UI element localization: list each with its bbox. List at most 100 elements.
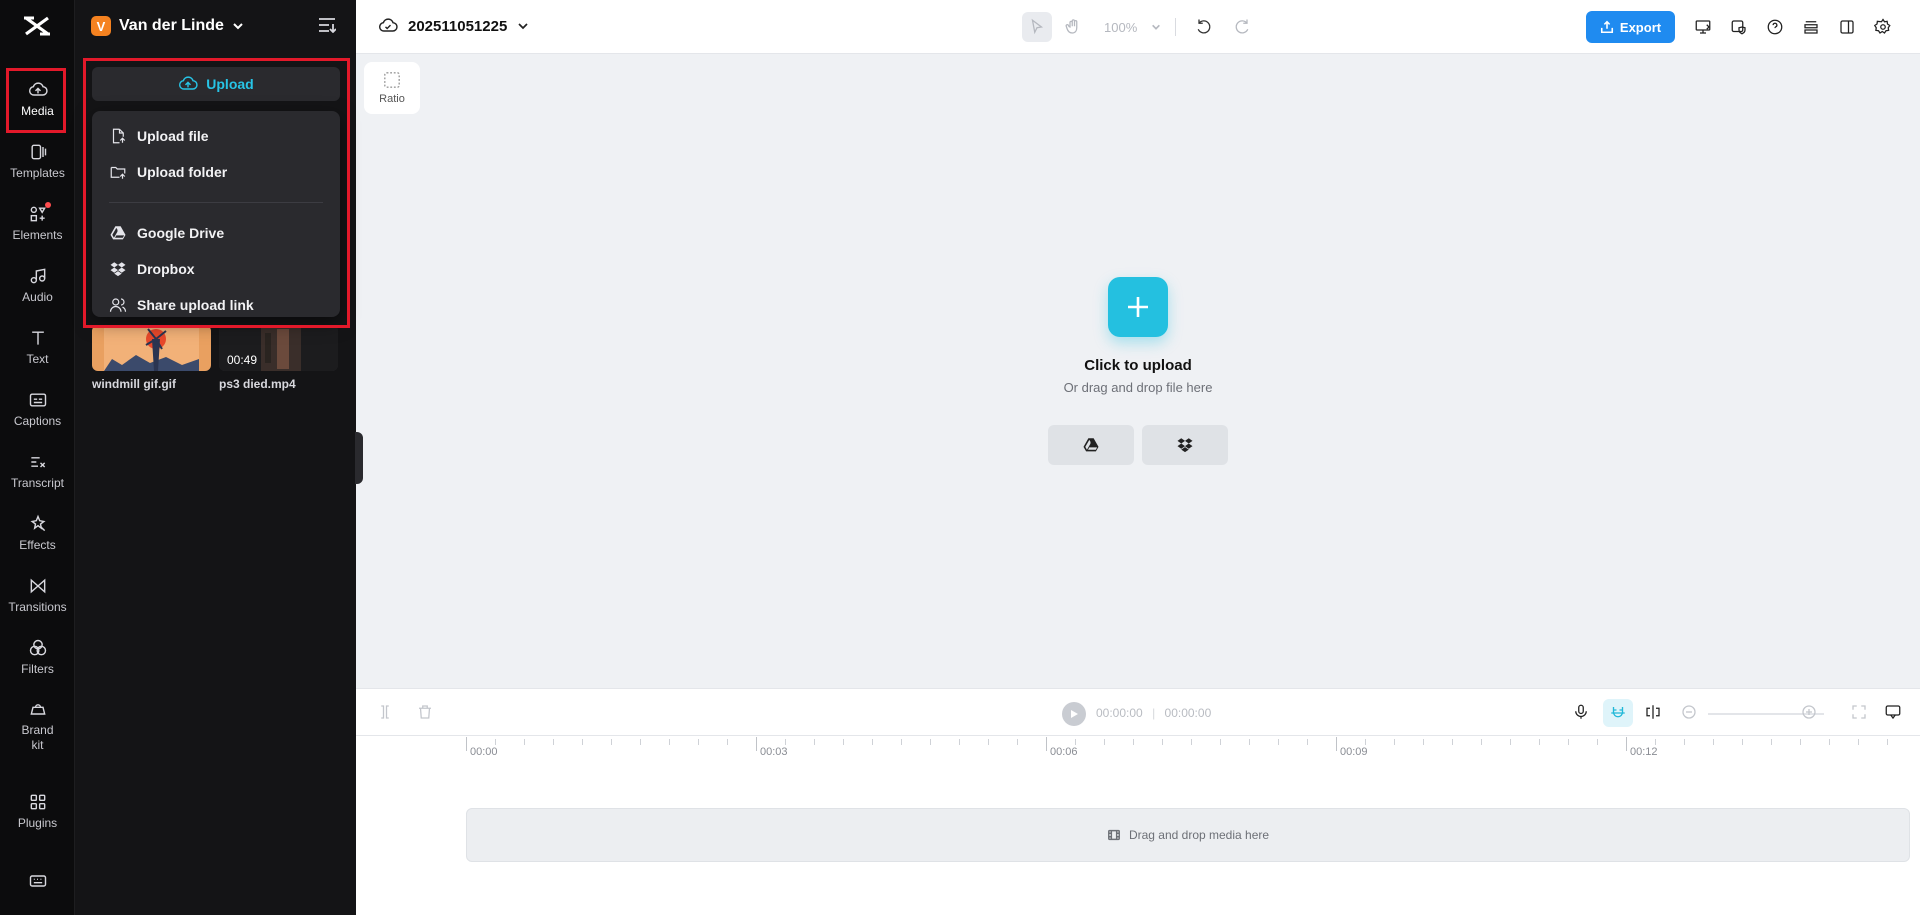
ruler-minor-tick bbox=[698, 739, 699, 745]
ratio-button[interactable]: Ratio bbox=[364, 62, 420, 114]
menu-item-dropbox[interactable]: Dropbox bbox=[92, 251, 340, 287]
rail-item-transitions[interactable]: Transitions bbox=[0, 566, 75, 624]
rail-item-brand-kit[interactable]: Brand kit bbox=[0, 690, 75, 762]
zoom-out-button[interactable] bbox=[1680, 703, 1700, 723]
brand-kit-icon bbox=[29, 704, 46, 715]
timecode-separator: | bbox=[1152, 706, 1156, 720]
media-thumb-ps3[interactable]: 00:49 bbox=[219, 325, 338, 371]
ruler-minor-tick bbox=[785, 739, 786, 745]
present-button[interactable] bbox=[1688, 12, 1718, 42]
filters-icon bbox=[29, 639, 46, 655]
ruler-minor-tick bbox=[669, 739, 670, 745]
sidebar-layout-icon bbox=[1840, 20, 1854, 34]
workspace-name: Van der Linde bbox=[119, 17, 224, 34]
project-title[interactable]: 202511051225 bbox=[378, 16, 529, 36]
play-button[interactable] bbox=[1062, 702, 1086, 726]
stack-button[interactable] bbox=[1796, 12, 1826, 42]
security-button[interactable] bbox=[1724, 12, 1754, 42]
ruler-minor-tick bbox=[814, 739, 815, 745]
cloud-upload-icon bbox=[179, 76, 198, 90]
select-tool-button[interactable] bbox=[1022, 12, 1052, 42]
chevron-down-icon bbox=[233, 23, 243, 30]
play-icon bbox=[1071, 710, 1078, 718]
rail-label: Plugins bbox=[17, 815, 58, 830]
rail-item-text[interactable]: Text bbox=[0, 318, 75, 376]
split-button[interactable] bbox=[376, 703, 396, 723]
click-to-upload-button[interactable] bbox=[1108, 277, 1168, 337]
panel-collapse-handle[interactable] bbox=[355, 432, 363, 484]
ruler-minor-tick bbox=[611, 739, 612, 745]
drag-drop-hint: Or drag and drop file here bbox=[1063, 380, 1213, 395]
capcut-logo[interactable] bbox=[22, 14, 52, 38]
rail-item-media[interactable]: Media bbox=[0, 70, 75, 128]
hand-tool-button[interactable] bbox=[1058, 12, 1088, 42]
rail-item-captions[interactable]: Captions bbox=[0, 380, 75, 438]
ruler-minor-tick bbox=[1191, 739, 1192, 745]
help-button[interactable] bbox=[1760, 12, 1790, 42]
ruler-minor-tick bbox=[1684, 739, 1685, 745]
sort-menu-icon[interactable] bbox=[318, 17, 336, 33]
click-to-upload-title[interactable]: Click to upload bbox=[1038, 357, 1238, 374]
rail-item-effects[interactable]: Effects bbox=[0, 504, 75, 562]
google-drive-button[interactable] bbox=[1048, 425, 1134, 465]
rail-item-audio[interactable]: Audio bbox=[0, 256, 75, 314]
rail-label: Media bbox=[21, 103, 54, 118]
ruler-minor-tick bbox=[582, 739, 583, 745]
rail-label: Transcript bbox=[11, 475, 64, 490]
ruler-minor-tick bbox=[1510, 739, 1511, 745]
rail-label: Templates bbox=[10, 165, 65, 180]
workspace-switcher[interactable]: V Van der Linde bbox=[91, 14, 244, 38]
delete-button[interactable] bbox=[416, 703, 436, 723]
keyboard-shortcuts-button[interactable] bbox=[0, 858, 75, 908]
project-name: 202511051225 bbox=[408, 17, 508, 35]
rail-item-filters[interactable]: Filters bbox=[0, 628, 75, 686]
rail-item-plugins[interactable]: Plugins bbox=[0, 782, 75, 840]
cloud-sync-icon bbox=[379, 18, 398, 32]
menu-item-share-upload-link[interactable]: Share upload link bbox=[92, 287, 340, 323]
feedback-button[interactable] bbox=[1884, 703, 1904, 723]
rail-item-templates[interactable]: Templates bbox=[0, 132, 75, 190]
split-vertical-icon bbox=[1646, 705, 1660, 719]
rail-label: Audio bbox=[22, 289, 53, 304]
music-note-icon bbox=[30, 267, 45, 283]
timeline-drop-zone[interactable]: Drag and drop media here bbox=[466, 808, 1910, 862]
google-drive-icon bbox=[1083, 438, 1099, 452]
dropbox-button[interactable] bbox=[1142, 425, 1228, 465]
upload-button[interactable]: Upload bbox=[92, 67, 340, 101]
zoom-in-icon bbox=[1802, 705, 1816, 719]
fit-timeline-button[interactable] bbox=[1850, 703, 1870, 723]
media-thumb-windmill[interactable] bbox=[92, 325, 211, 371]
redo-button[interactable] bbox=[1226, 12, 1256, 42]
rail-item-elements[interactable]: Elements bbox=[0, 194, 75, 252]
zoom-level[interactable]: 100% bbox=[1094, 20, 1145, 35]
menu-item-google-drive[interactable]: Google Drive bbox=[92, 215, 340, 251]
split-scene-button[interactable] bbox=[1644, 703, 1664, 723]
ruler-major-tick bbox=[756, 737, 757, 751]
ruler-label: 00:03 bbox=[760, 746, 788, 758]
auto-snap-toggle[interactable] bbox=[1603, 699, 1633, 727]
ruler-minor-tick bbox=[1829, 739, 1830, 745]
rail-item-transcript[interactable]: Transcript bbox=[0, 442, 75, 500]
ruler-minor-tick bbox=[1278, 739, 1279, 745]
current-time: 00:00:00 bbox=[1096, 706, 1143, 720]
plus-icon bbox=[1128, 297, 1148, 317]
ruler-label: 00:09 bbox=[1340, 746, 1368, 758]
layout-button[interactable] bbox=[1832, 12, 1862, 42]
export-button[interactable]: Export bbox=[1586, 11, 1675, 43]
ruler-label: 00:00 bbox=[470, 746, 498, 758]
zoom-in-button[interactable] bbox=[1800, 703, 1820, 723]
record-voice-button[interactable] bbox=[1572, 703, 1592, 723]
undo-button[interactable] bbox=[1190, 12, 1220, 42]
google-drive-icon bbox=[110, 226, 126, 240]
ruler-minor-tick bbox=[1075, 739, 1076, 745]
menu-item-upload-folder[interactable]: Upload folder bbox=[92, 154, 340, 190]
menu-item-upload-file[interactable]: Upload file bbox=[92, 118, 340, 154]
settings-button[interactable] bbox=[1868, 12, 1898, 42]
menu-item-label: Upload folder bbox=[137, 164, 228, 180]
rail-label: Transitions bbox=[8, 599, 67, 614]
gear-icon bbox=[1874, 18, 1891, 34]
ruler-minor-tick bbox=[1017, 739, 1018, 745]
media-name: windmill gif.gif bbox=[92, 377, 176, 391]
monitor-icon bbox=[1695, 20, 1711, 34]
chevron-down-icon bbox=[1152, 24, 1161, 30]
